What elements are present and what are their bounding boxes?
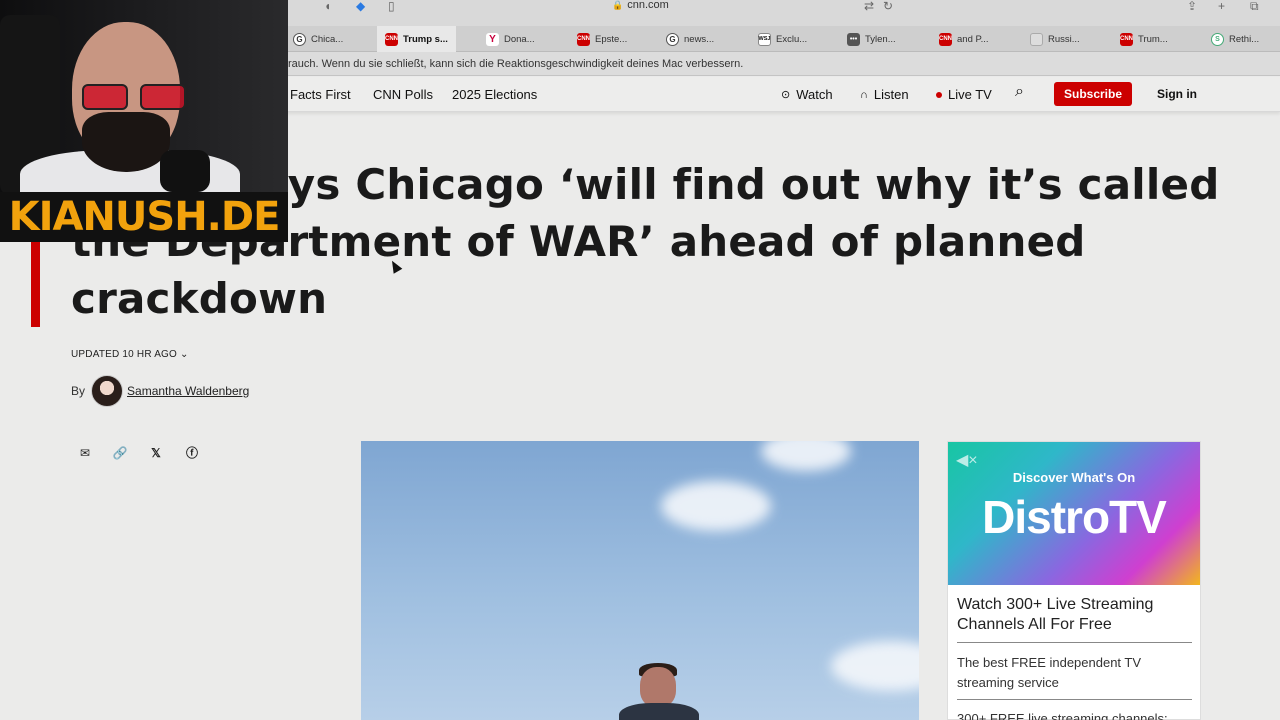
tab-overview-icon[interactable]: ⧉ — [1250, 0, 1259, 12]
ad-divider — [957, 642, 1192, 643]
tab-10[interactable]: S Rethi... — [1211, 26, 1259, 52]
mute-icon[interactable]: ◀× — [956, 450, 978, 470]
updated-timestamp[interactable]: UPDATED 10 HR AGO ⌄ — [71, 349, 189, 360]
tab-1[interactable]: CNN Trump s... — [377, 26, 456, 52]
live-tv-label: Live TV — [948, 87, 992, 102]
advertisement[interactable]: ◀× Discover What's On DistroTV Watch 300… — [947, 441, 1201, 720]
author-link[interactable]: Samantha Waldenberg — [127, 384, 249, 398]
webcam-overlay — [0, 0, 288, 192]
favicon-icon: S — [1211, 32, 1224, 46]
tab-0[interactable]: G Chica... — [293, 26, 343, 52]
ad-banner[interactable]: ◀× Discover What's On DistroTV — [948, 442, 1200, 585]
cloud-shape — [831, 641, 919, 691]
tab-label: Tylen... — [865, 33, 896, 45]
live-tv-link[interactable]: Live TV — [936, 87, 992, 102]
microphone-shape — [160, 150, 210, 192]
headphones-icon: ∩ — [860, 88, 868, 101]
favicon-icon — [1030, 32, 1043, 46]
ad-title[interactable]: Watch 300+ Live Streaming Channels All F… — [957, 595, 1193, 635]
favicon-icon: CNN — [939, 32, 952, 46]
tab-7[interactable]: CNN and P... — [939, 26, 989, 52]
favicon-icon: ••• — [847, 32, 860, 46]
tab-label: news... — [684, 33, 715, 45]
favicon-icon: CNN — [577, 32, 590, 46]
favicon-icon: CNN — [1120, 32, 1133, 46]
facebook-share-icon[interactable]: ⓕ — [183, 444, 201, 462]
ad-divider — [957, 699, 1192, 700]
new-tab-icon[interactable]: + — [1218, 0, 1225, 12]
cloud-shape — [761, 441, 851, 471]
tab-label: Exclu... — [776, 33, 808, 45]
chevron-down-icon: ⌄ — [180, 349, 189, 360]
lock-icon: 🔒 — [612, 0, 624, 10]
cloud-shape — [661, 481, 771, 531]
tab-label: Trum... — [1138, 33, 1168, 45]
live-dot-icon — [936, 91, 942, 98]
tab-label: Epste... — [595, 33, 628, 45]
address-bar[interactable]: 🔒 cnn.com — [612, 0, 669, 11]
nav-link-facts-first[interactable]: Facts First — [290, 87, 351, 102]
share-icon[interactable]: ⇪ — [1187, 0, 1197, 12]
url-text: cnn.com — [627, 0, 669, 11]
person-body — [619, 703, 699, 720]
ad-description: The best FREE independent TV streaming s… — [957, 655, 1142, 690]
ad-more-text: 300+ FREE live streaming channels: — [957, 711, 1168, 720]
x-share-icon[interactable]: 𝕏 — [147, 444, 165, 462]
nav-link-2025-elections[interactable]: 2025 Elections — [452, 87, 537, 102]
nav-link-cnn-polls[interactable]: CNN Polls — [373, 87, 433, 102]
tab-label: Russi... — [1048, 33, 1080, 45]
play-icon: ⊙ — [781, 89, 791, 101]
tab-3[interactable]: CNN Epste... — [577, 26, 627, 52]
extension-icon[interactable]: ◆ — [356, 0, 365, 12]
reader-icon[interactable]: ▯ — [388, 0, 395, 12]
listen-link[interactable]: ∩ Listen — [860, 87, 909, 102]
favicon-icon: CNN — [385, 32, 398, 46]
ad-discover-text: Discover What's On — [1012, 470, 1136, 485]
tab-label: Dona... — [504, 33, 535, 45]
sign-in-button[interactable]: Sign in — [1148, 82, 1206, 106]
tab-5[interactable]: WSJ Exclu... — [758, 26, 807, 52]
tab-label: Chica... — [311, 33, 344, 45]
watch-label: Watch — [796, 87, 833, 102]
tab-label: Trump s... — [403, 33, 448, 45]
tab-2[interactable]: Y Dona... — [486, 26, 535, 52]
tab-4[interactable]: Gnews... — [666, 26, 714, 52]
subscribe-button[interactable]: Subscribe — [1054, 82, 1132, 106]
byline-prefix: By — [71, 384, 86, 398]
reload-icon[interactable]: ↻ — [883, 0, 893, 12]
beard-shape — [82, 112, 170, 172]
tab-label: Rethi... — [1229, 33, 1260, 45]
search-icon[interactable]: ⌕ — [1015, 83, 1024, 101]
favicon-icon: Y — [486, 32, 499, 46]
tab-label: and P... — [957, 33, 989, 45]
glasses-shape — [82, 84, 194, 110]
favicon-icon: G — [293, 32, 306, 46]
favicon-icon: G — [666, 32, 679, 46]
person-head — [640, 667, 676, 707]
email-share-icon[interactable]: ✉ — [76, 444, 94, 462]
author-avatar[interactable] — [91, 375, 124, 407]
brand-watermark: KIANUSH.DE — [0, 192, 288, 242]
tab-6[interactable]: ••• Tylen... — [847, 26, 896, 52]
byline: By Samantha Waldenberg — [71, 375, 249, 407]
tab-8[interactable]: Russi... — [1030, 26, 1080, 52]
link-share-icon[interactable]: 🔗 — [111, 444, 129, 462]
favicon-icon: WSJ — [758, 32, 771, 46]
translate-icon[interactable]: ⇄ — [864, 0, 874, 12]
listen-label: Listen — [873, 87, 909, 102]
updated-label: UPDATED 10 HR AGO — [71, 349, 178, 360]
watch-link[interactable]: ⊙ Watch — [781, 87, 833, 102]
hero-image[interactable] — [361, 441, 919, 720]
ad-logo: DistroTV — [982, 491, 1167, 543]
tab-9[interactable]: CNN Trum... — [1120, 26, 1168, 52]
shield-icon[interactable]: ◖ — [324, 0, 331, 12]
